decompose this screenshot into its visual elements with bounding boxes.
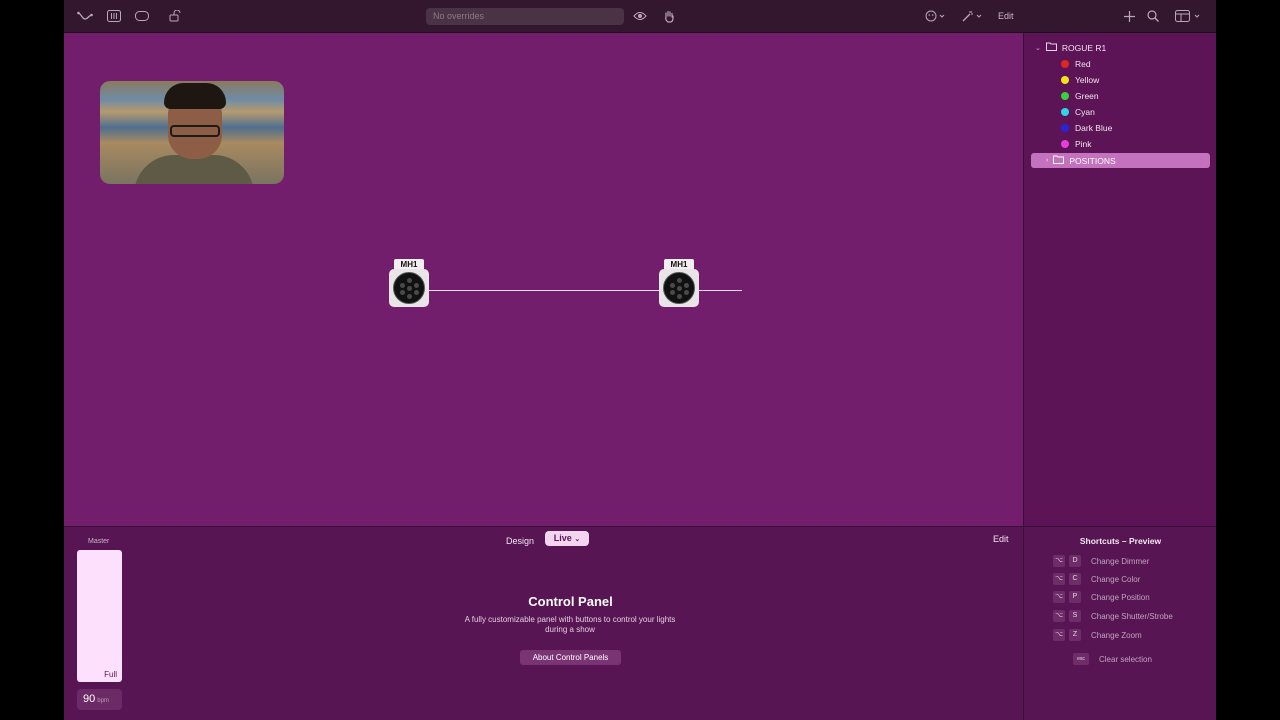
preset-label: Cyan (1075, 107, 1095, 117)
webcam-person-glasses (170, 125, 220, 137)
preset-label: Pink (1075, 139, 1092, 149)
toolbar-edit-button[interactable]: Edit (998, 8, 1014, 24)
chevron-right-icon[interactable]: › (1046, 157, 1048, 164)
option-key-icon: ⌥ (1053, 610, 1065, 622)
color-dot-icon (1061, 140, 1069, 148)
shortcut-row-clear: esc Clear selection (1053, 653, 1152, 665)
search-icon[interactable] (1146, 8, 1160, 24)
preset-label: Red (1075, 59, 1091, 69)
preset-item-yellow[interactable]: Yellow (1061, 75, 1099, 85)
shortcut-row: ⌥ P Change Position (1053, 591, 1150, 603)
shortcut-row: ⌥ D Change Dimmer (1053, 555, 1149, 567)
control-panel: Master Full 90 bpm Design Live ⌄ Edit Con… (64, 526, 1023, 720)
toolbar: No overrides Edit (64, 0, 1216, 33)
tree-root[interactable]: ⌄ ROGUE R1 (1035, 42, 1106, 53)
color-dot-icon (1061, 60, 1069, 68)
folder-icon (1045, 42, 1057, 53)
master-fader[interactable]: Full (77, 550, 122, 682)
shortcut-row: ⌥ Z Change Zoom (1053, 629, 1142, 641)
layout-icon[interactable] (1174, 8, 1204, 24)
shape-tool-icon[interactable] (134, 8, 150, 24)
shortcut-key: C (1069, 573, 1081, 585)
preset-item-green[interactable]: Green (1061, 91, 1099, 101)
shortcut-label: Change Color (1091, 574, 1141, 584)
panel-description: A fully customizable panel with buttons … (450, 615, 690, 635)
chevron-down-icon: ⌄ (574, 536, 581, 543)
preset-label: Green (1075, 91, 1099, 101)
preset-sidebar: ⌄ ROGUE R1 Red Yellow Green Cyan Dark Bl… (1023, 33, 1216, 526)
shortcut-label: Clear selection (1099, 654, 1152, 664)
about-control-panels-button[interactable]: About Control Panels (520, 650, 621, 665)
fixture-head (659, 269, 699, 307)
preset-item-pink[interactable]: Pink (1061, 139, 1092, 149)
master-label: Master (88, 538, 110, 545)
fixture-mh1-right[interactable]: MH1 (659, 259, 699, 309)
color-dot-icon (1061, 92, 1069, 100)
fader-value: Full (104, 670, 117, 679)
bpm-value: 90 (83, 693, 96, 705)
preset-item-cyan[interactable]: Cyan (1061, 107, 1095, 117)
panel-edit-button[interactable]: Edit (993, 534, 1009, 544)
shortcut-label: Change Shutter/Strobe (1091, 611, 1173, 621)
shortcut-label: Change Dimmer (1091, 556, 1150, 566)
fixture-lens-icon (663, 272, 695, 304)
magic-wand-icon[interactable] (960, 8, 986, 24)
plus-icon[interactable] (1122, 8, 1136, 24)
tree-root-label: ROGUE R1 (1061, 42, 1107, 53)
fixture-lens-icon (393, 272, 425, 304)
shortcut-key: D (1069, 555, 1081, 567)
face-icon[interactable] (924, 8, 948, 24)
tree-item-label: POSITIONS (1069, 155, 1116, 166)
app-window: No overrides Edit MH1 MH1 ⌄ ROGUE R1 Red… (64, 0, 1216, 720)
shortcut-row: ⌥ S Change Shutter/Strobe (1053, 610, 1173, 622)
color-dot-icon (1061, 76, 1069, 84)
color-dot-icon (1061, 108, 1069, 116)
mode-design-tab[interactable]: Design (506, 534, 534, 548)
option-key-icon: ⌥ (1053, 629, 1065, 641)
fixture-mh1-left[interactable]: MH1 (389, 259, 429, 309)
option-key-icon: ⌥ (1053, 573, 1065, 585)
bpm-field[interactable]: 90 bpm (77, 689, 122, 710)
shortcut-label: Change Zoom (1091, 630, 1142, 640)
overrides-field[interactable]: No overrides (426, 8, 624, 25)
option-key-icon: ⌥ (1053, 591, 1065, 603)
fixture-head (389, 269, 429, 307)
preset-item-dark-blue[interactable]: Dark Blue (1061, 123, 1112, 133)
lock-icon[interactable] (168, 8, 182, 24)
curve-tool-icon[interactable] (76, 8, 94, 24)
shortcut-key: S (1069, 610, 1081, 622)
bars-tool-icon[interactable] (106, 8, 122, 24)
chevron-down-icon[interactable]: ⌄ (1035, 44, 1041, 52)
shortcut-key: P (1069, 591, 1081, 603)
esc-key: esc (1073, 653, 1089, 665)
mode-live-dropdown[interactable]: Live ⌄ (545, 531, 589, 546)
shortcuts-title: Shortcuts – Preview (1079, 536, 1162, 546)
color-dot-icon (1061, 124, 1069, 132)
option-key-icon: ⌥ (1053, 555, 1065, 567)
preset-label: Dark Blue (1075, 123, 1113, 133)
webcam-person-body (134, 155, 254, 184)
shortcut-row: ⌥ C Change Color (1053, 573, 1140, 585)
panel-description-line: during a show (545, 625, 595, 634)
stage-canvas[interactable]: MH1 MH1 (64, 33, 1023, 526)
shortcut-key: Z (1069, 629, 1081, 641)
folder-icon (1053, 155, 1065, 166)
panel-title: Control Panel (528, 594, 613, 609)
webcam-overlay (100, 81, 284, 184)
eye-icon[interactable] (632, 8, 648, 24)
mode-live-label: Live (553, 533, 572, 543)
shortcuts-panel: Shortcuts – Preview ⌥ D Change Dimmer ⌥ … (1023, 526, 1216, 720)
panel-description-line: A fully customizable panel with buttons … (464, 615, 676, 624)
hand-icon[interactable] (662, 8, 676, 24)
preset-label: Yellow (1075, 75, 1100, 85)
webcam-person-hair (164, 83, 226, 109)
shortcut-label: Change Position (1091, 592, 1150, 602)
bpm-unit: bpm (97, 698, 109, 704)
preset-item-red[interactable]: Red (1061, 59, 1091, 69)
tree-item-positions[interactable]: › POSITIONS (1031, 153, 1210, 168)
